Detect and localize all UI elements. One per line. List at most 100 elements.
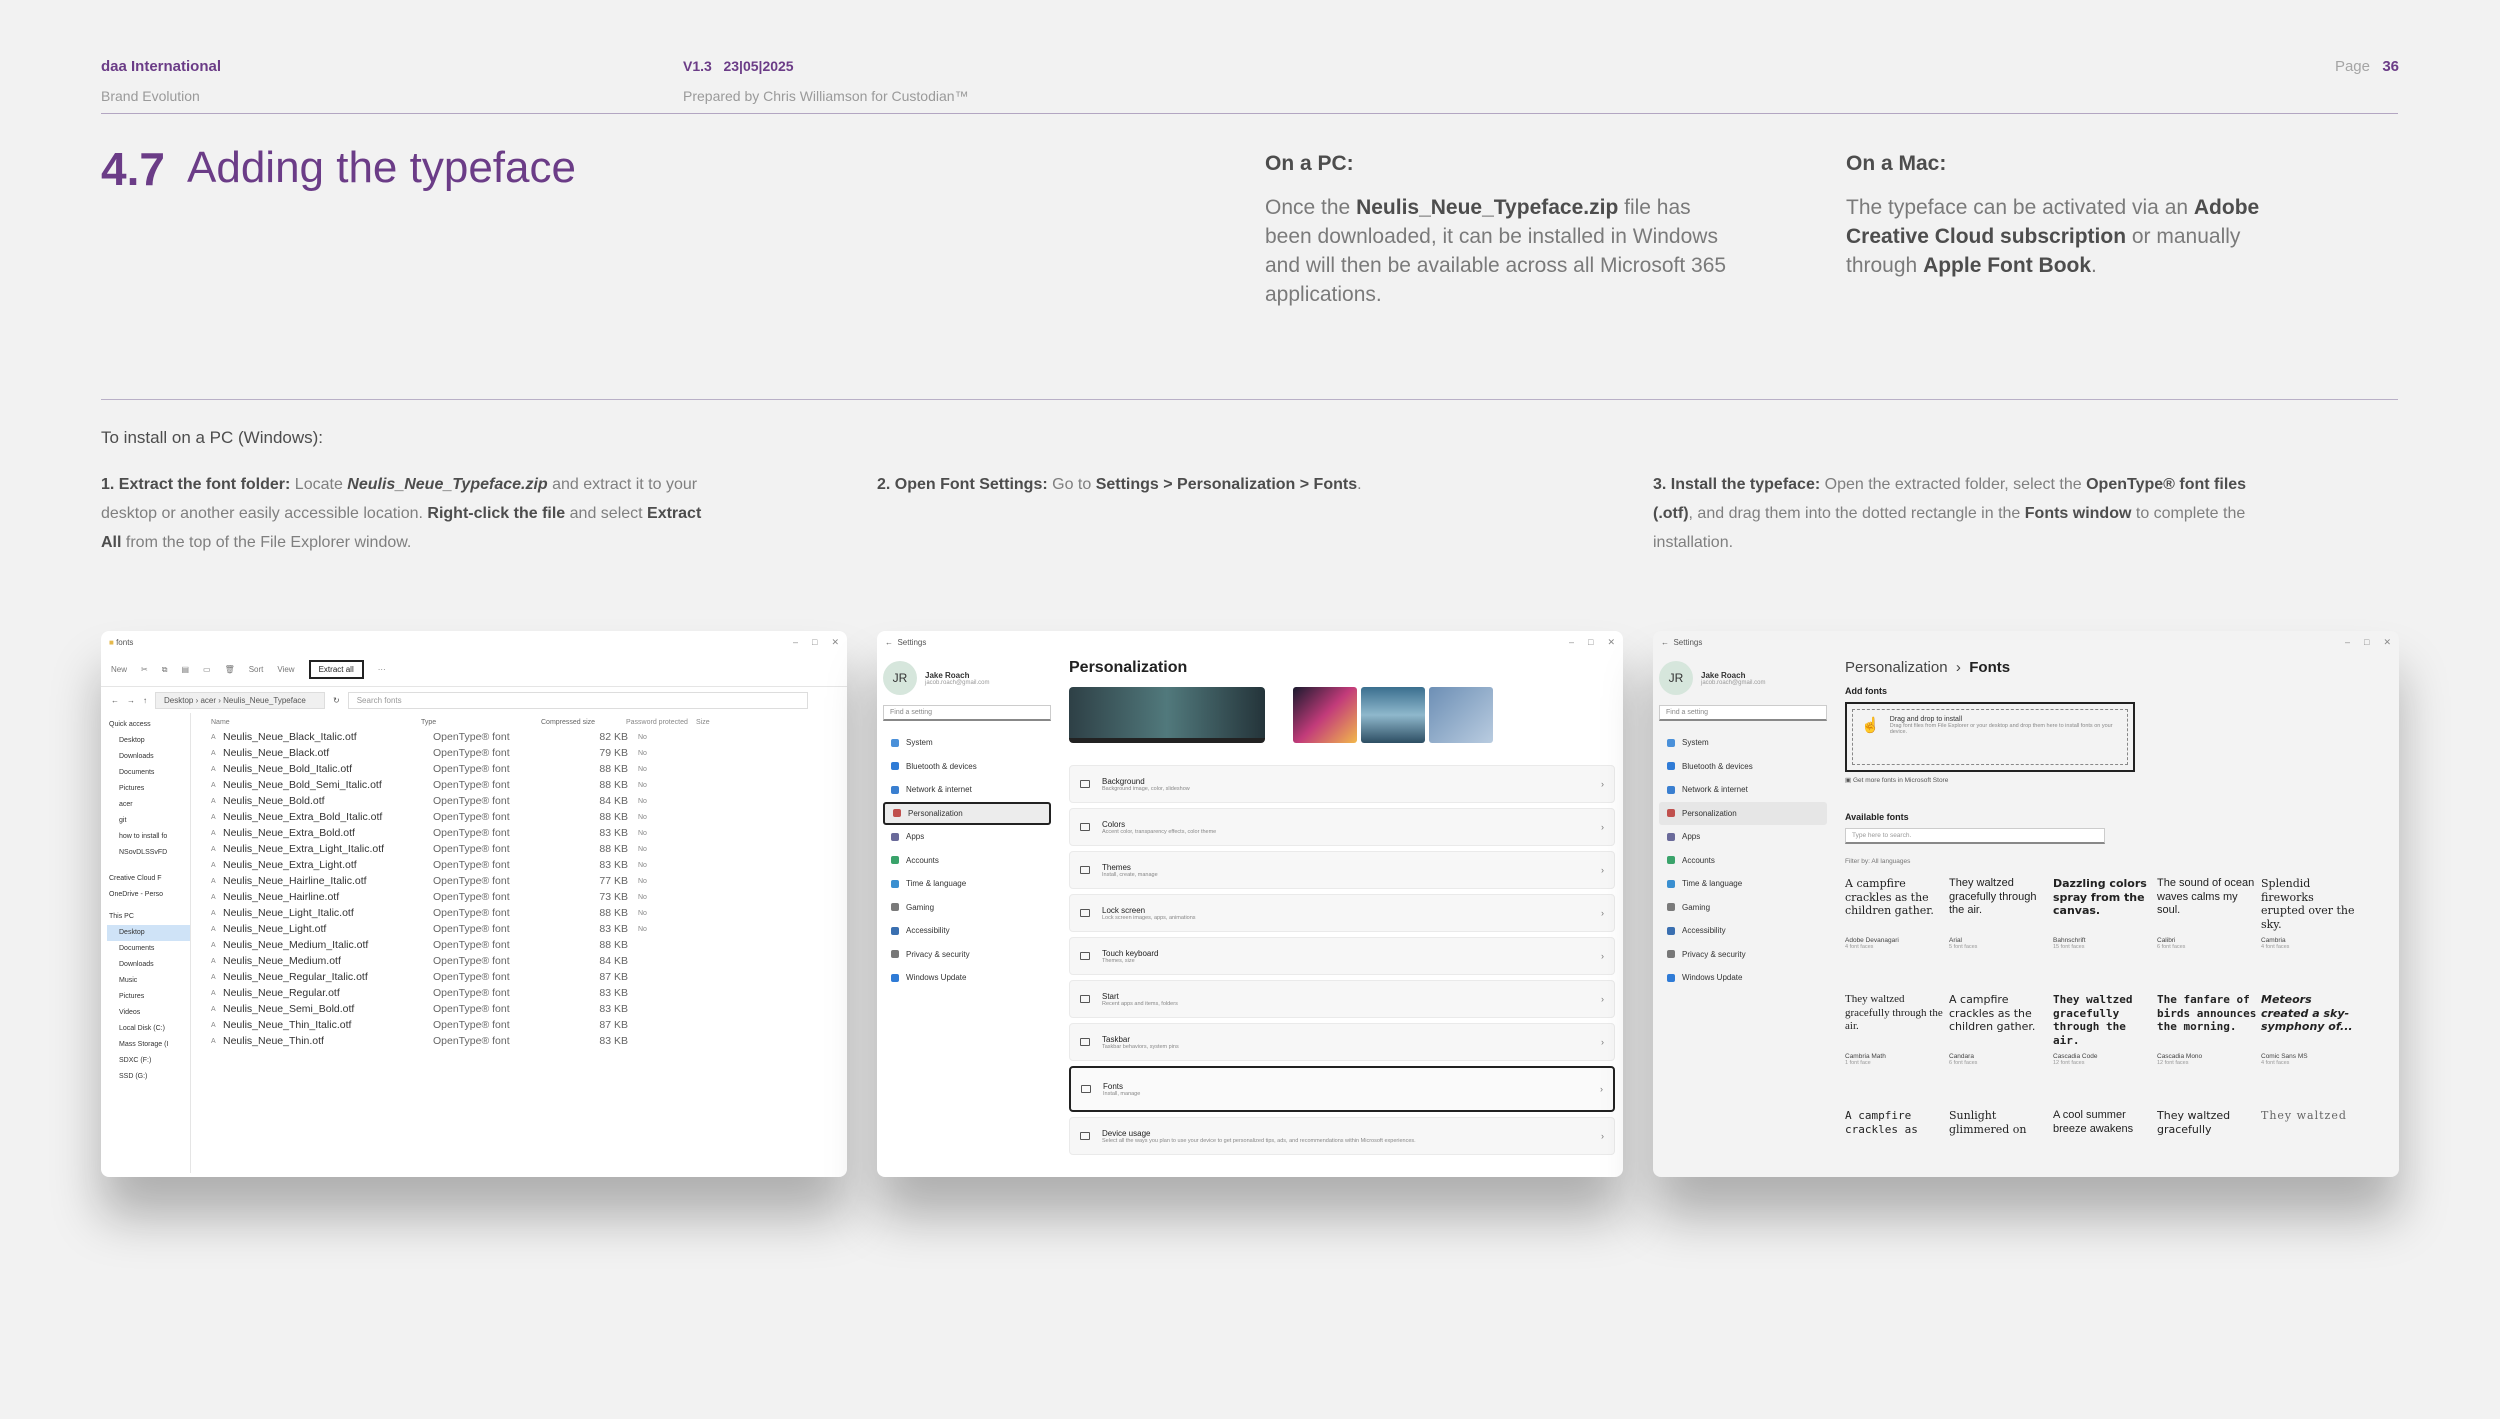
back-icon[interactable]: ← (111, 696, 119, 705)
avatar[interactable]: JR (1659, 661, 1693, 695)
up-icon[interactable]: ↑ (143, 696, 147, 705)
font-card[interactable]: They waltzed gracefully (2157, 1109, 2257, 1177)
file-row[interactable]: A Neulis_Neue_Black_Italic.otf OpenType® f… (211, 729, 847, 745)
font-card[interactable]: They waltzed gracefully through the air.… (2053, 993, 2153, 1089)
col-size[interactable]: Size (696, 719, 710, 726)
close-icon[interactable]: ✕ (831, 637, 839, 648)
font-search-input[interactable]: Type here to search. (1845, 828, 2105, 844)
font-card[interactable]: A campfire crackles as (1845, 1109, 1945, 1177)
setting-card-touch-keyboard[interactable]: Touch keyboard Themes, size › (1069, 937, 1615, 975)
nav-item-bluetooth-devices[interactable]: Bluetooth & devices (883, 755, 1051, 779)
more-icon[interactable]: ··· (378, 665, 386, 674)
minimize-icon[interactable]: – (2345, 637, 2350, 648)
maximize-icon[interactable]: □ (812, 637, 817, 648)
nav-pane-item[interactable]: Music (107, 973, 190, 989)
setting-card-taskbar[interactable]: Taskbar Taskbar behaviors, system pins › (1069, 1023, 1615, 1061)
close-icon[interactable]: ✕ (2383, 637, 2391, 648)
theme-thumbnail[interactable] (1429, 687, 1493, 743)
nav-item-accounts[interactable]: Accounts (883, 849, 1051, 873)
nav-item-personalization[interactable]: Personalization (1659, 801, 1827, 825)
setting-card-background[interactable]: Background Background image, color, slide… (1069, 765, 1615, 803)
nav-item-accessibility[interactable]: Accessibility (1659, 919, 1827, 943)
file-row[interactable]: A Neulis_Neue_Extra_Light_Italic.otf OpenT… (211, 841, 847, 857)
nav-item-windows-update[interactable]: Windows Update (883, 966, 1051, 990)
file-row[interactable]: A Neulis_Neue_Light.otf OpenType® font 83 K… (211, 921, 847, 937)
nav-pane-item[interactable]: Pictures (107, 781, 190, 797)
font-card[interactable]: Sunlight glimmered on (1949, 1109, 2049, 1177)
nav-item-privacy-security[interactable]: Privacy & security (883, 943, 1051, 967)
close-icon[interactable]: ✕ (1607, 637, 1615, 648)
nav-pane-item[interactable]: OneDrive - Perso (107, 887, 190, 903)
font-drop-zone[interactable]: ☝ Drag and drop to install Drag font fil… (1845, 702, 2135, 772)
setting-card-fonts[interactable]: Fonts Install, manage › (1069, 1066, 1615, 1112)
forward-icon[interactable]: → (127, 696, 135, 705)
nav-item-time-language[interactable]: Time & language (883, 872, 1051, 896)
nav-item-privacy-security[interactable]: Privacy & security (1659, 943, 1827, 967)
font-card[interactable]: The fanfare of birds announces the morni… (2157, 993, 2257, 1089)
avatar[interactable]: JR (883, 661, 917, 695)
file-row[interactable]: A Neulis_Neue_Thin_Italic.otf OpenType® fo… (211, 1017, 847, 1033)
setting-card-start[interactable]: Start Recent apps and items, folders › (1069, 980, 1615, 1018)
font-card[interactable]: A campfire crackles as the children gath… (1949, 993, 2049, 1089)
file-row[interactable]: A Neulis_Neue_Black.otf OpenType® font 79 K… (211, 745, 847, 761)
file-row[interactable]: A Neulis_Neue_Bold.otf OpenType® font 84 KB… (211, 793, 847, 809)
nav-pane-item[interactable]: Local Disk (C:) (107, 1021, 190, 1037)
nav-item-time-language[interactable]: Time & language (1659, 872, 1827, 896)
file-row[interactable]: A Neulis_Neue_Thin.otf OpenType® font 83 KB (211, 1033, 847, 1049)
nav-item-windows-update[interactable]: Windows Update (1659, 966, 1827, 990)
nav-pane-item[interactable]: how to install fo (107, 829, 190, 845)
setting-card-colors[interactable]: Colors Accent color, transparency effects… (1069, 808, 1615, 846)
nav-pane-item[interactable]: git (107, 813, 190, 829)
font-card[interactable]: Dazzling colors spray from the canvas. Ba… (2053, 877, 2153, 973)
nav-pane-item[interactable]: SSD (G:) (107, 1069, 190, 1085)
col-password[interactable]: Password protected (616, 719, 696, 726)
file-row[interactable]: A Neulis_Neue_Regular_Italic.otf OpenType®… (211, 969, 847, 985)
nav-pane-item[interactable]: Quick access (107, 717, 190, 733)
file-row[interactable]: A Neulis_Neue_Extra_Light.otf OpenType® fo… (211, 857, 847, 873)
file-row[interactable]: A Neulis_Neue_Bold_Italic.otf OpenType® fo… (211, 761, 847, 777)
file-row[interactable]: A Neulis_Neue_Semi_Bold.otf OpenType® font… (211, 1001, 847, 1017)
sort-button[interactable]: Sort (249, 665, 264, 674)
nav-pane-item[interactable]: Downloads (107, 749, 190, 765)
nav-item-gaming[interactable]: Gaming (1659, 896, 1827, 920)
setting-card-themes[interactable]: Themes Install, create, manage › (1069, 851, 1615, 889)
nav-pane-item[interactable]: Documents (107, 941, 190, 957)
file-row[interactable]: A Neulis_Neue_Medium.otf OpenType® font 84 … (211, 953, 847, 969)
nav-item-apps[interactable]: Apps (1659, 825, 1827, 849)
nav-pane-item[interactable]: NSovDLSSvFD (107, 845, 190, 861)
delete-icon[interactable]: 🗑 (225, 665, 235, 674)
nav-item-system[interactable]: System (883, 731, 1051, 755)
nav-item-personalization[interactable]: Personalization (883, 801, 1051, 825)
nav-item-bluetooth-devices[interactable]: Bluetooth & devices (1659, 755, 1827, 779)
nav-item-network-internet[interactable]: Network & internet (1659, 778, 1827, 802)
font-card[interactable]: Splendid fireworks erupted over the sky.… (2261, 877, 2361, 973)
file-row[interactable]: A Neulis_Neue_Extra_Bold_Italic.otf OpenTy… (211, 809, 847, 825)
nav-item-accessibility[interactable]: Accessibility (883, 919, 1051, 943)
copy-icon[interactable]: ⧉ (162, 665, 168, 675)
maximize-icon[interactable]: □ (2364, 637, 2369, 648)
font-card[interactable]: A cool summer breeze awakens (2053, 1109, 2153, 1177)
back-icon[interactable]: ← (885, 638, 893, 647)
font-card[interactable]: Meteors created a sky-symphony of... Comi… (2261, 993, 2361, 1089)
current-background-preview[interactable] (1069, 687, 1265, 743)
col-type[interactable]: Type (421, 719, 541, 726)
file-row[interactable]: A Neulis_Neue_Hairline_Italic.otf OpenType… (211, 873, 847, 889)
crumb-personalization[interactable]: Personalization (1845, 659, 1948, 676)
new-button[interactable]: New (111, 665, 127, 674)
nav-pane-item[interactable]: Pictures (107, 989, 190, 1005)
nav-pane-item[interactable]: Videos (107, 1005, 190, 1021)
back-icon[interactable]: ← (1661, 638, 1669, 647)
maximize-icon[interactable]: □ (1588, 637, 1593, 648)
nav-item-system[interactable]: System (1659, 731, 1827, 755)
file-row[interactable]: A Neulis_Neue_Medium_Italic.otf OpenType® … (211, 937, 847, 953)
search-input[interactable]: Search fonts (347, 691, 808, 709)
minimize-icon[interactable]: – (1569, 637, 1574, 648)
font-card[interactable]: They waltzed (2261, 1109, 2361, 1177)
cut-icon[interactable]: ✂ (141, 665, 148, 674)
file-row[interactable]: A Neulis_Neue_Light_Italic.otf OpenType® f… (211, 905, 847, 921)
rename-icon[interactable]: ▭ (203, 665, 211, 674)
nav-pane-item[interactable]: Mass Storage (I (107, 1037, 190, 1053)
address-bar[interactable]: Desktop › acer › Neulis_Neue_Typeface (155, 691, 325, 709)
theme-thumbnail[interactable] (1293, 687, 1357, 743)
file-row[interactable]: A Neulis_Neue_Bold_Semi_Italic.otf OpenTyp… (211, 777, 847, 793)
